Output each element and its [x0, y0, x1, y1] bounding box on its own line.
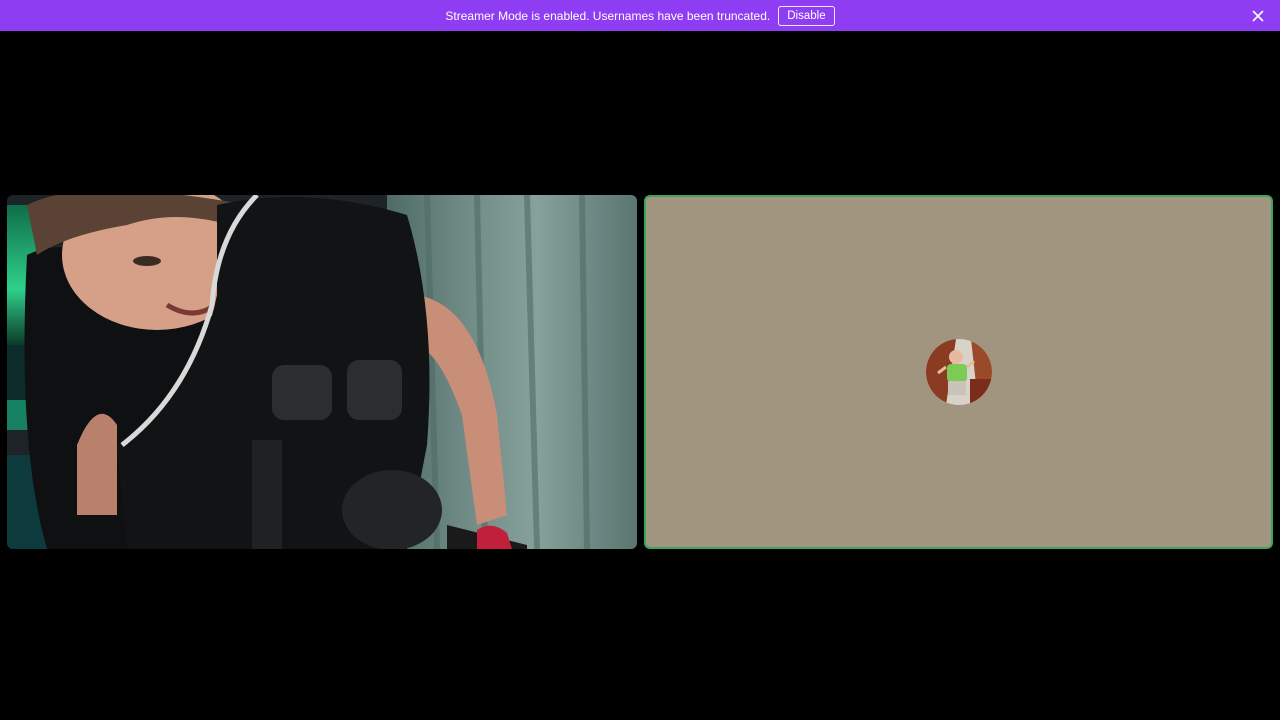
- webcam-video-feed: [7, 195, 637, 549]
- streamer-mode-message: Streamer Mode is enabled. Usernames have…: [445, 8, 771, 23]
- participant-avatar-tile[interactable]: [644, 195, 1273, 549]
- voice-call-stage: [0, 31, 1280, 720]
- participant-video-tile[interactable]: [7, 195, 637, 549]
- streamer-mode-notice-bar: Streamer Mode is enabled. Usernames have…: [0, 0, 1280, 31]
- close-icon[interactable]: [1250, 8, 1266, 24]
- avatar: [925, 339, 992, 405]
- disable-streamer-mode-button[interactable]: Disable: [778, 5, 835, 26]
